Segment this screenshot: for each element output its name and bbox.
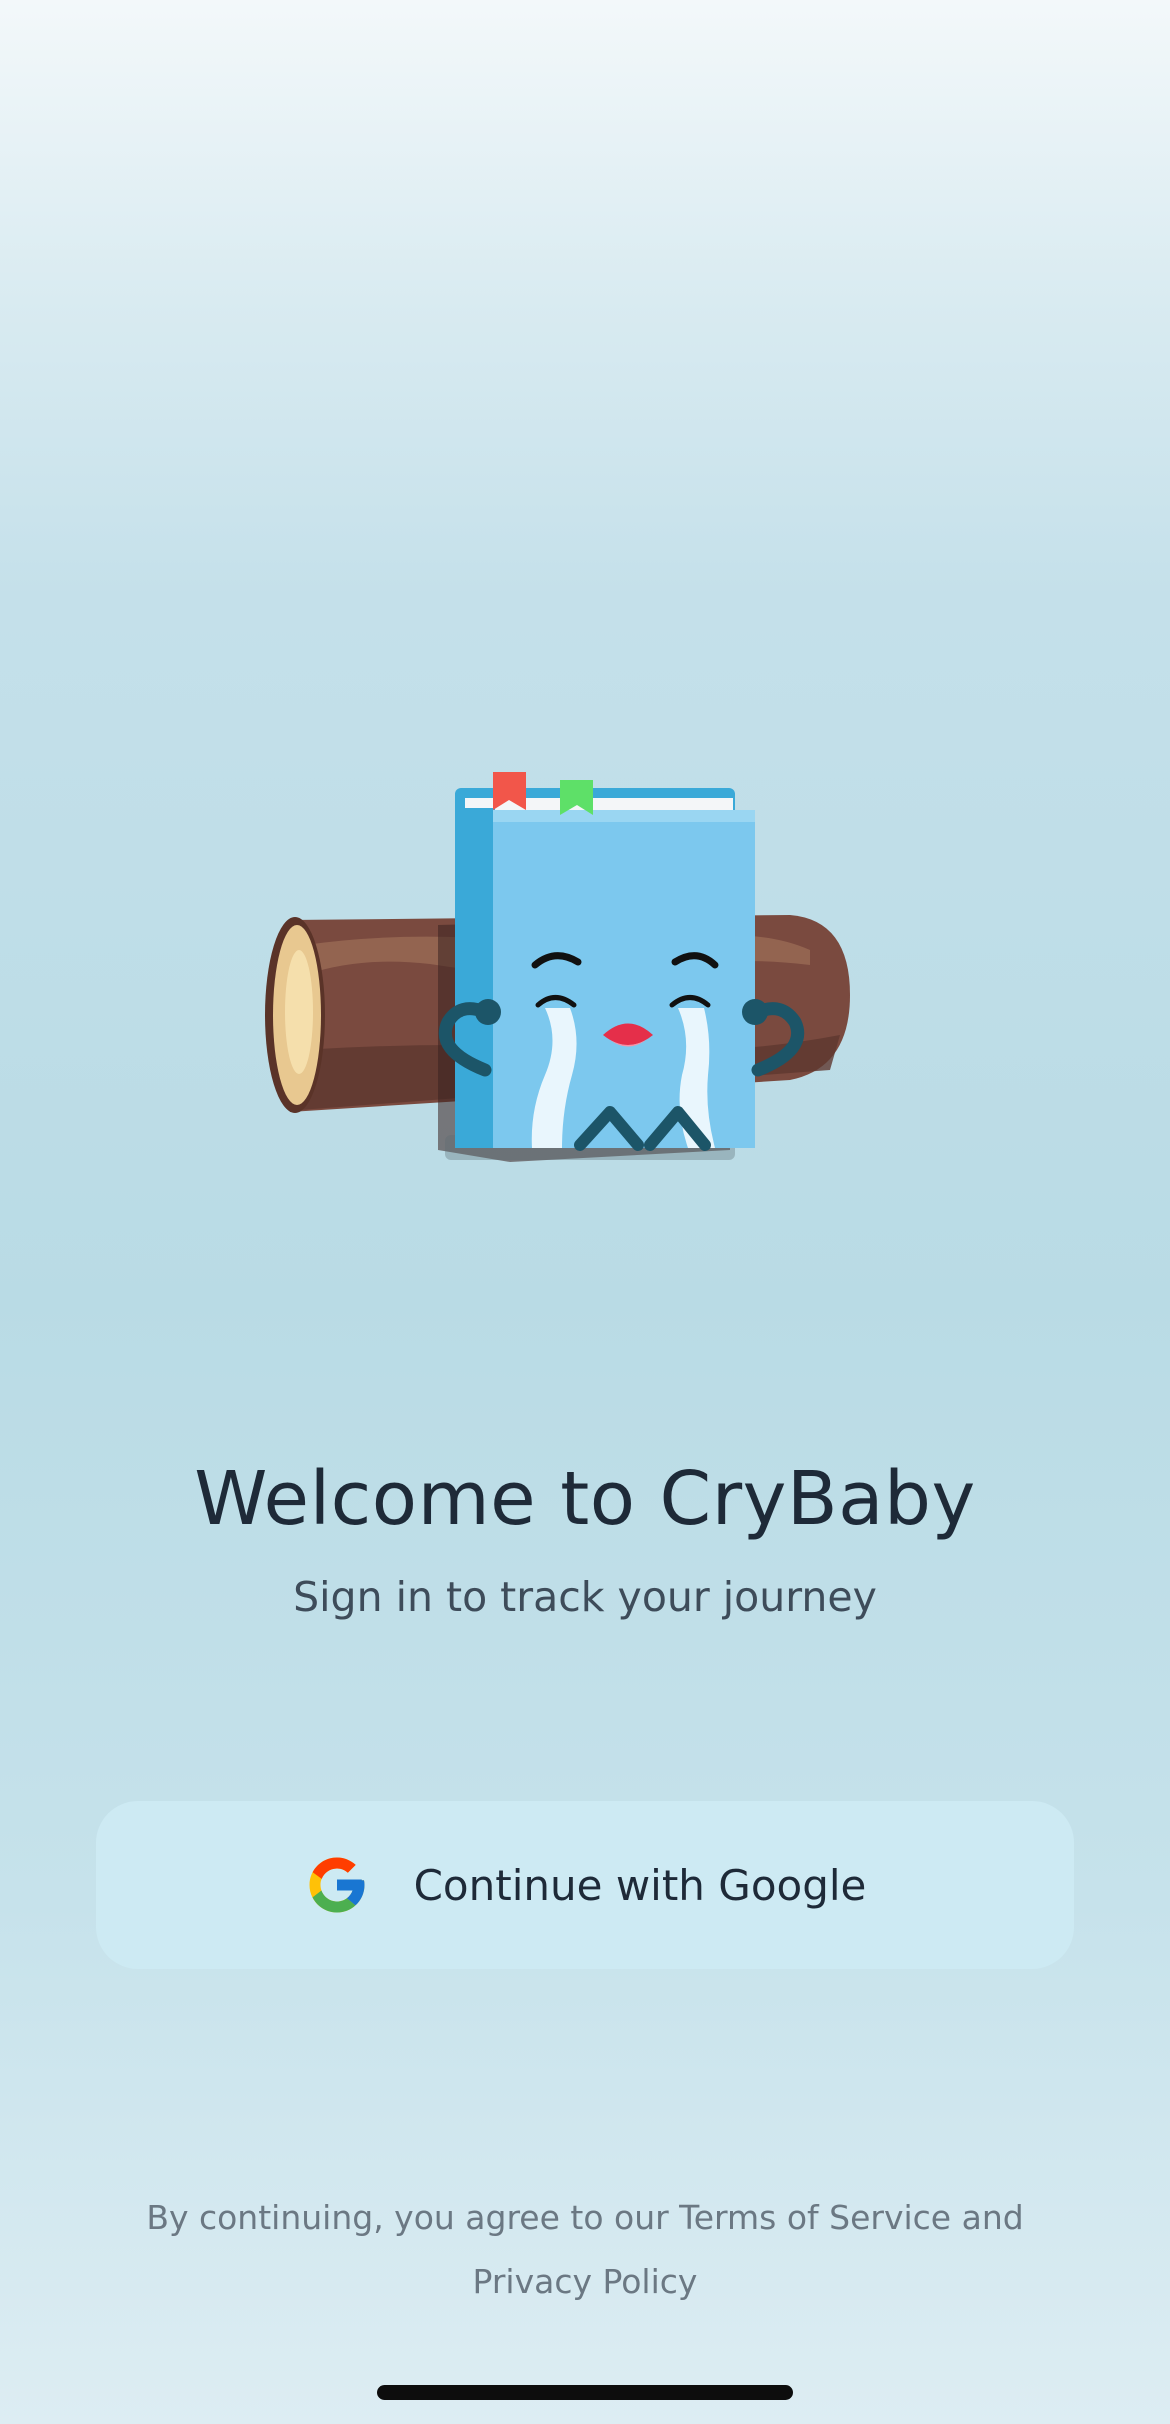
welcome-title: Welcome to CryBaby <box>194 1456 976 1542</box>
terms-notice: By continuing, you agree to our Terms of… <box>146 2198 1024 2301</box>
welcome-subtitle: Sign in to track your journey <box>293 1573 877 1621</box>
google-button-label: Continue with Google <box>413 1860 867 1910</box>
home-indicator[interactable] <box>377 2385 793 2400</box>
continue-with-google-button[interactable]: Continue with Google <box>96 1801 1074 1969</box>
google-icon <box>309 1857 365 1913</box>
crying-book-mascot-illustration <box>265 772 850 1162</box>
book-icon <box>438 772 805 1151</box>
